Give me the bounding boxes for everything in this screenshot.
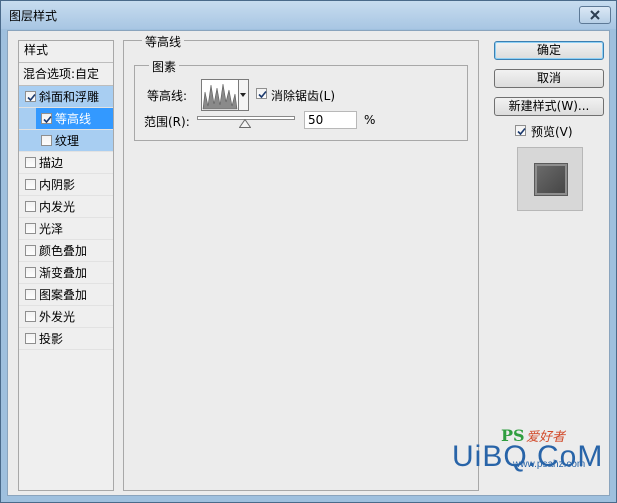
new-style-button[interactable]: 新建样式(W)... xyxy=(494,97,604,116)
texture-checkbox[interactable] xyxy=(41,135,52,146)
outer-glow-checkbox[interactable] xyxy=(25,311,36,322)
stroke-checkbox[interactable] xyxy=(25,157,36,168)
drop-shadow-checkbox[interactable] xyxy=(25,333,36,344)
sidebar-item-label: 颜色叠加 xyxy=(39,244,88,258)
range-unit: % xyxy=(364,113,376,127)
dialog-window: 图层样式 样式 混合选项:自定 斜面和浮雕 等高线 纹理 描边 内阴影 内发光 … xyxy=(0,0,617,503)
sidebar-item-gradient-overlay[interactable]: 渐变叠加 xyxy=(19,262,113,284)
gradient-overlay-checkbox[interactable] xyxy=(25,267,36,278)
sidebar-item-inner-glow[interactable]: 内发光 xyxy=(19,196,113,218)
satin-checkbox[interactable] xyxy=(25,223,36,234)
sidebar-item-bevel-emboss[interactable]: 斜面和浮雕 xyxy=(19,86,113,108)
close-icon xyxy=(590,10,600,20)
sidebar-item-label: 描边 xyxy=(39,156,64,170)
sidebar-item-pattern-overlay[interactable]: 图案叠加 xyxy=(19,284,113,306)
triangle-down-icon xyxy=(240,93,246,97)
pattern-overlay-checkbox[interactable] xyxy=(25,289,36,300)
sidebar-item-label: 投影 xyxy=(39,332,64,346)
preview-checkbox[interactable] xyxy=(515,125,526,136)
range-label: 范围(R): xyxy=(144,115,190,129)
sidebar-item-label: 纹理 xyxy=(55,134,80,148)
sidebar-item-label: 渐变叠加 xyxy=(39,266,88,280)
preview-swatch xyxy=(535,164,567,195)
close-button[interactable] xyxy=(579,6,611,24)
inner-shadow-checkbox[interactable] xyxy=(25,179,36,190)
sidebar-item-label: 内发光 xyxy=(39,200,76,214)
elements-group: 图素 等高线: 消除锯齿(L) 范围(R): % xyxy=(134,58,468,141)
anti-alias-checkbox[interactable] xyxy=(256,88,267,99)
elements-group-title: 图素 xyxy=(149,58,180,75)
range-input[interactable] xyxy=(304,111,357,129)
style-list: 样式 混合选项:自定 斜面和浮雕 等高线 纹理 描边 内阴影 内发光 光泽 颜色… xyxy=(18,40,114,491)
watermark-url: www.psahz.com xyxy=(513,459,586,470)
sidebar-item-label: 光泽 xyxy=(39,222,64,236)
style-list-header[interactable]: 样式 xyxy=(19,41,113,63)
sidebar-item-inner-shadow[interactable]: 内阴影 xyxy=(19,174,113,196)
cancel-button[interactable]: 取消 xyxy=(494,69,604,88)
title-bar[interactable]: 图层样式 xyxy=(1,1,616,29)
sidebar-item-stroke[interactable]: 描边 xyxy=(19,152,113,174)
anti-alias-label[interactable]: 消除锯齿(L) xyxy=(271,87,335,104)
sidebar-item-label: 内阴影 xyxy=(39,178,76,192)
contour-label: 等高线: xyxy=(147,89,188,103)
sidebar-item-label: 斜面和浮雕 xyxy=(39,90,100,104)
checkmark-icon xyxy=(258,90,267,99)
contour-picker[interactable] xyxy=(201,79,239,111)
checkmark-icon xyxy=(43,115,52,124)
bevel-emboss-checkbox[interactable] xyxy=(25,91,36,102)
sidebar-item-drop-shadow[interactable]: 投影 xyxy=(19,328,113,350)
sidebar-item-color-overlay[interactable]: 颜色叠加 xyxy=(19,240,113,262)
contour-curve-icon xyxy=(202,83,238,110)
slider-thumb-icon[interactable] xyxy=(239,119,251,128)
preview-thumbnail xyxy=(517,147,583,211)
checkmark-icon xyxy=(517,127,526,136)
contour-checkbox[interactable] xyxy=(41,113,52,124)
sidebar-item-label: 图案叠加 xyxy=(39,288,88,302)
ok-button[interactable]: 确定 xyxy=(494,41,604,60)
blend-options-item[interactable]: 混合选项:自定 xyxy=(19,63,113,86)
sidebar-item-contour[interactable]: 等高线 xyxy=(19,108,113,130)
color-overlay-checkbox[interactable] xyxy=(25,245,36,256)
window-title: 图层样式 xyxy=(9,9,58,23)
sidebar-item-satin[interactable]: 光泽 xyxy=(19,218,113,240)
indent-pad xyxy=(19,108,36,129)
sidebar-item-outer-glow[interactable]: 外发光 xyxy=(19,306,113,328)
preview-label[interactable]: 预览(V) xyxy=(531,123,573,140)
inner-glow-checkbox[interactable] xyxy=(25,201,36,212)
sidebar-item-texture[interactable]: 纹理 xyxy=(19,130,113,152)
sidebar-item-label: 外发光 xyxy=(39,310,76,324)
contour-group: 等高线 图素 等高线: 消除锯齿(L) 范围(R): 50 % xyxy=(123,33,479,491)
contour-group-title: 等高线 xyxy=(142,33,185,50)
sidebar-item-label: 等高线 xyxy=(55,112,92,126)
checkmark-icon xyxy=(27,93,36,102)
contour-dropdown[interactable] xyxy=(239,79,249,111)
